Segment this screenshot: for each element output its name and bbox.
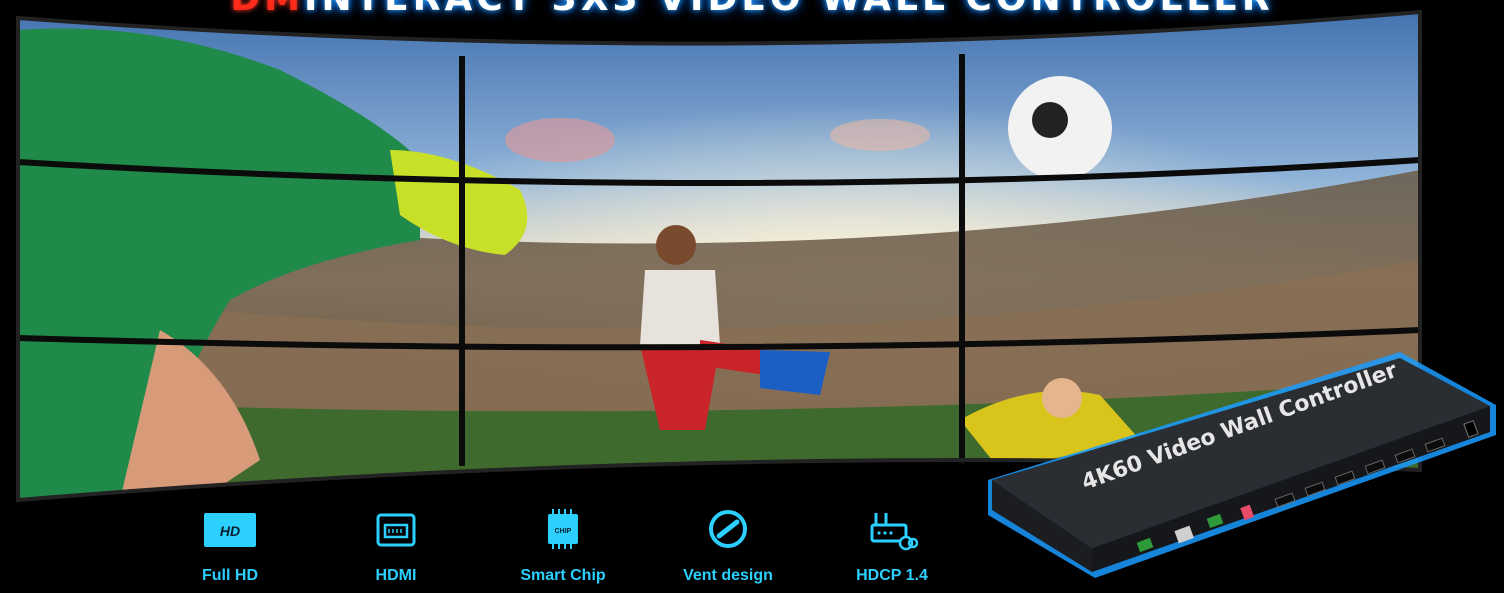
feature-label: HDCP 1.4 (856, 567, 928, 584)
controller-device-image: 4K60 Video Wall Controller (988, 352, 1496, 578)
feature-hdmi: HDMI (326, 505, 466, 585)
feature-label: Vent design (683, 567, 773, 584)
feature-label: Full HD (202, 567, 258, 584)
feature-label: HDMI (375, 567, 417, 584)
chip-icon: CHIP (548, 509, 578, 549)
chip-badge-text: CHIP (555, 528, 572, 535)
feature-vent-design: Vent design (658, 505, 798, 585)
hdcp-router-icon (870, 513, 918, 551)
feature-smart-chip: CHIP Smart Chip (493, 505, 633, 585)
feature-label: Smart Chip (520, 567, 606, 584)
hd-badge-text: HD (220, 523, 240, 539)
feature-hdcp: HDCP 1.4 (822, 505, 962, 585)
hdmi-port-icon (376, 513, 416, 547)
vent-icon (709, 510, 747, 548)
hd-icon: HD (204, 513, 256, 547)
feature-full-hd: HD Full HD (160, 505, 300, 585)
